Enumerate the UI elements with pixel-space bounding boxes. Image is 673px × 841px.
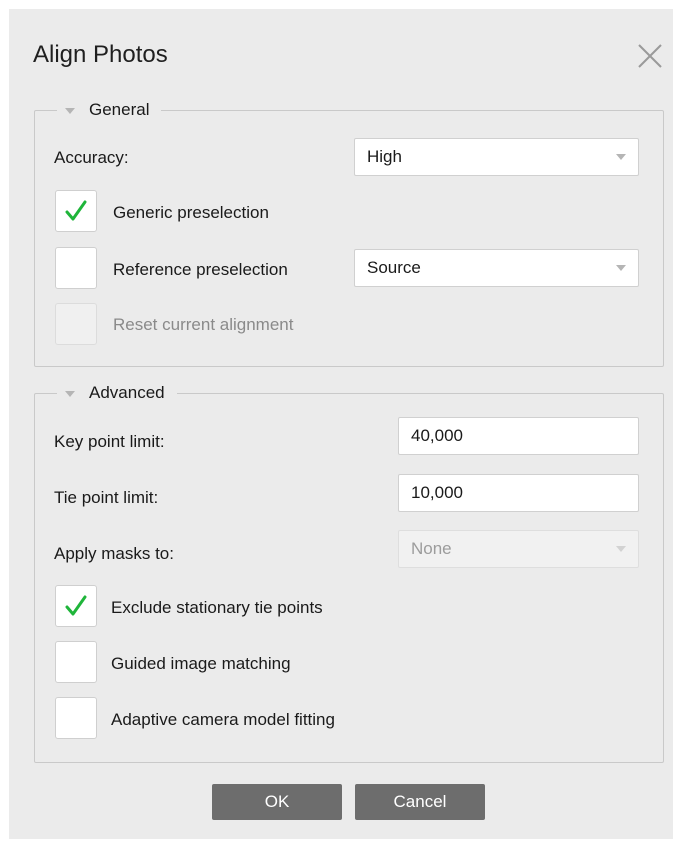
apply-masks-label: Apply masks to: — [54, 544, 174, 563]
adaptive-fitting-checkbox[interactable] — [55, 697, 97, 739]
collapse-caret-icon — [65, 108, 75, 114]
key-point-limit-input[interactable] — [398, 417, 639, 455]
generic-preselection-label[interactable]: Generic preselection — [113, 202, 269, 224]
reference-preselection-label[interactable]: Reference preselection — [113, 259, 288, 281]
reference-source-select[interactable]: Source — [354, 249, 639, 287]
exclude-stationary-label[interactable]: Exclude stationary tie points — [111, 597, 323, 619]
exclude-stationary-checkbox[interactable] — [55, 585, 97, 627]
chevron-down-icon — [616, 154, 626, 160]
accuracy-select-value: High — [367, 147, 402, 166]
advanced-legend[interactable]: Advanced — [57, 381, 177, 405]
checkmark-icon — [65, 200, 87, 221]
generic-preselection-checkbox[interactable] — [55, 190, 97, 232]
general-legend-label: General — [89, 100, 150, 119]
apply-masks-value: None — [411, 539, 452, 558]
chevron-down-icon — [616, 265, 626, 271]
reference-preselection-checkbox[interactable] — [55, 247, 97, 289]
close-icon[interactable] — [633, 39, 667, 73]
align-photos-dialog: Align Photos General Accuracy: High Gene… — [9, 9, 673, 839]
guided-matching-label[interactable]: Guided image matching — [111, 653, 291, 675]
checkmark-icon — [65, 595, 87, 616]
guided-matching-checkbox[interactable] — [55, 641, 97, 683]
tie-point-limit-label: Tie point limit: — [54, 488, 159, 507]
collapse-caret-icon — [65, 391, 75, 397]
chevron-down-icon — [616, 546, 626, 552]
ok-button[interactable]: OK — [212, 784, 342, 820]
advanced-legend-label: Advanced — [89, 383, 165, 402]
accuracy-select[interactable]: High — [354, 138, 639, 176]
general-legend[interactable]: General — [57, 98, 162, 122]
apply-masks-select: None — [398, 530, 639, 568]
reset-alignment-label: Reset current alignment — [113, 315, 294, 334]
cancel-button[interactable]: Cancel — [355, 784, 485, 820]
key-point-limit-label: Key point limit: — [54, 432, 165, 451]
accuracy-label: Accuracy: — [54, 148, 129, 167]
dialog-title: Align Photos — [33, 41, 168, 68]
reset-alignment-checkbox — [55, 303, 97, 345]
tie-point-limit-input[interactable] — [398, 474, 639, 512]
reference-source-value: Source — [367, 258, 421, 277]
adaptive-fitting-label[interactable]: Adaptive camera model fitting — [111, 709, 335, 731]
